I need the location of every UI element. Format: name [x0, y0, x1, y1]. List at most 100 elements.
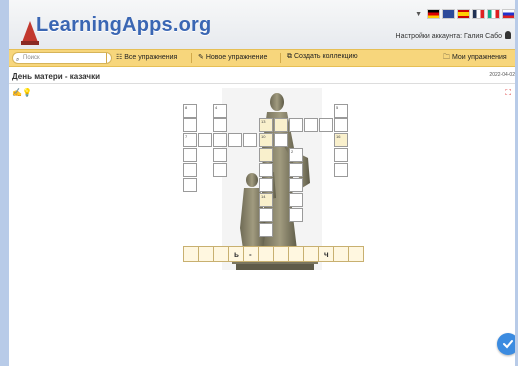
crossword-cell[interactable]: 5 — [334, 104, 348, 118]
crossword-cell[interactable] — [334, 163, 348, 177]
crossword-cell[interactable]: 13 — [259, 118, 273, 132]
crossword-cell[interactable] — [289, 178, 303, 192]
nav-divider — [280, 53, 281, 63]
clue-number: 2 — [291, 149, 294, 154]
crossword-cell[interactable] — [213, 148, 227, 162]
folder-icon: 🗀 — [443, 54, 450, 61]
answer-cell[interactable] — [198, 246, 214, 262]
answer-letter: ч — [324, 250, 329, 259]
check-icon — [503, 340, 513, 349]
crossword-cell[interactable] — [259, 223, 273, 237]
answer-letter: - — [249, 250, 252, 259]
left-margin — [0, 0, 9, 366]
crossword-cell[interactable] — [304, 118, 318, 132]
edit-icon[interactable]: ✍ — [12, 88, 22, 97]
crossword-cell[interactable] — [183, 178, 197, 192]
crossword-cell[interactable] — [243, 133, 257, 147]
flag-italy-icon[interactable] — [487, 9, 500, 19]
crossword-cell[interactable] — [334, 148, 348, 162]
answer-cell[interactable] — [333, 246, 349, 262]
logo-text[interactable]: LearningApps.org — [36, 14, 211, 37]
nav-all-exercises[interactable]: ☷ Все упражнения — [116, 53, 177, 61]
clue-number: 16 — [336, 134, 341, 139]
flag-germany-icon[interactable] — [427, 9, 440, 19]
crossword-cell[interactable] — [319, 118, 333, 132]
collection-icon: ⧉ — [287, 53, 292, 60]
chevron-down-icon[interactable]: ▼ — [415, 11, 422, 18]
nav-divider — [106, 53, 107, 63]
search-icon: ⌕ — [16, 57, 20, 63]
lightbulb-icon[interactable]: 💡 — [22, 88, 32, 97]
crossword-cell[interactable] — [183, 118, 197, 132]
nav-bar: ⌕ Поиск ☷ Все упражнения ✎ Новое упражне… — [9, 49, 515, 67]
crossword-cell[interactable]: 16 — [334, 133, 348, 147]
answer-cell[interactable]: ь — [228, 246, 244, 262]
nav-my-exercises-label: Мои упражнения — [451, 54, 507, 61]
answer-cell[interactable] — [303, 246, 319, 262]
nav-create-collection[interactable]: ⧉ Создать коллекцию — [287, 53, 358, 61]
clue-number: 7 — [185, 134, 188, 139]
exercise-date: 2022-04-02 — [489, 72, 515, 78]
answer-cell[interactable] — [288, 246, 304, 262]
crossword-cell[interactable] — [213, 163, 227, 177]
clue-number: 14 — [261, 194, 266, 199]
check-button[interactable] — [497, 333, 515, 355]
answer-cell[interactable] — [213, 246, 229, 262]
crossword-cell[interactable] — [228, 133, 242, 147]
account-settings-link[interactable]: Настройки аккаунта: Галия Сабо — [396, 31, 511, 40]
answer-cell[interactable] — [258, 246, 274, 262]
crossword-cell[interactable] — [183, 148, 197, 162]
divider — [9, 83, 515, 84]
nav-create-collection-label: Создать коллекцию — [293, 53, 358, 60]
nav-new-exercise[interactable]: ✎ Новое упражнение — [198, 53, 267, 61]
clue-number: 13 — [261, 119, 266, 124]
answer-letter: ь — [234, 250, 239, 259]
flag-france-icon[interactable] — [472, 9, 485, 19]
clue-number: 4 — [215, 105, 218, 110]
crossword-cell[interactable] — [289, 163, 303, 177]
crossword-cell[interactable] — [274, 118, 288, 132]
crossword-cell[interactable] — [213, 133, 227, 147]
fullscreen-icon[interactable]: ⛶ — [505, 88, 511, 98]
user-icon — [505, 31, 511, 39]
crossword-cell[interactable]: 2 — [289, 148, 303, 162]
crossword-cell[interactable] — [259, 148, 273, 162]
crossword-cell[interactable] — [198, 133, 212, 147]
exercise-title: День матери - казачки — [12, 72, 100, 81]
flag-russia-icon[interactable] — [502, 9, 515, 19]
account-label: Настройки аккаунта: Галия Сабо — [395, 33, 502, 40]
nav-divider — [191, 53, 192, 63]
crossword-cell[interactable] — [259, 208, 273, 222]
answer-cell[interactable] — [273, 246, 289, 262]
crossword-cell[interactable]: 8 — [183, 104, 197, 118]
pencil-icon: ✎ — [198, 54, 204, 61]
crossword-cell[interactable]: 7 — [183, 133, 197, 147]
clue-number: 10 — [261, 134, 266, 139]
nav-my-exercises[interactable]: 🗀 Мои упражнения — [443, 53, 507, 64]
grid-icon: ☷ — [116, 54, 123, 61]
language-flags: ▼ — [415, 9, 515, 19]
answer-cell[interactable] — [348, 246, 364, 262]
exercise-tools: ✍💡 — [12, 88, 32, 97]
crossword-cell[interactable]: 14 — [259, 193, 273, 207]
clue-number: 8 — [185, 105, 188, 110]
crossword-cell[interactable] — [183, 163, 197, 177]
crossword-cell[interactable] — [259, 163, 273, 177]
search-placeholder: Поиск — [23, 55, 40, 61]
crossword-cell[interactable] — [289, 118, 303, 132]
answer-cell[interactable]: ч — [318, 246, 334, 262]
answer-cell[interactable]: - — [243, 246, 259, 262]
crossword-cell[interactable] — [259, 178, 273, 192]
crossword-cell[interactable] — [289, 208, 303, 222]
crossword-cell[interactable] — [213, 118, 227, 132]
flag-uk-icon[interactable] — [442, 9, 455, 19]
answer-cell[interactable] — [183, 246, 199, 262]
crossword-cell[interactable] — [274, 133, 288, 147]
crossword-cell[interactable]: 10 — [259, 133, 273, 147]
crossword-cell[interactable] — [334, 118, 348, 132]
crossword-cell[interactable] — [289, 193, 303, 207]
nav-all-exercises-label: Все упражнения — [124, 54, 178, 61]
flag-spain-icon[interactable] — [457, 9, 470, 19]
search-input[interactable]: ⌕ Поиск — [12, 52, 112, 64]
crossword-cell[interactable]: 4 — [213, 104, 227, 118]
